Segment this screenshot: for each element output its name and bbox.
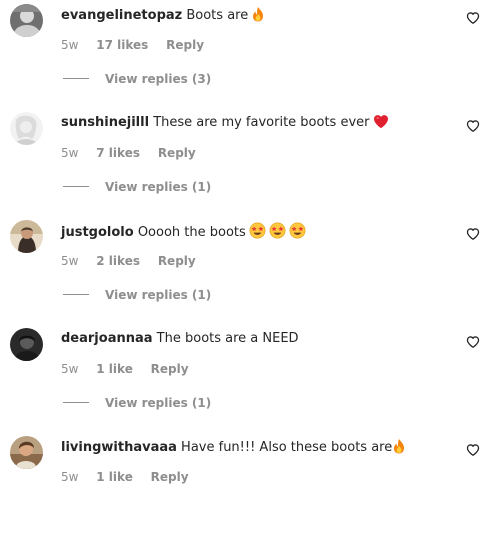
view-replies-label: View replies (1) [105, 288, 212, 302]
divider [63, 186, 89, 187]
comment-time: 5w [61, 38, 79, 52]
comment-line: livingwithavaaa Have fun!!! Also these b… [61, 438, 406, 457]
comment-time: 5w [61, 362, 79, 376]
view-replies-label: View replies (1) [105, 180, 212, 194]
divider [63, 402, 89, 403]
comment-likes[interactable]: 17 likes [96, 38, 148, 52]
comment-text: Have fun!!! Also these boots are [181, 440, 393, 455]
view-replies-button[interactable]: View replies (1) [63, 179, 211, 195]
fire-emoji-icon [392, 438, 406, 454]
comments-list: evangelinetopaz Boots are 5w 17 likes Re… [0, 0, 494, 492]
comment-meta: 5w 1 like Reply [61, 469, 203, 485]
comment-likes[interactable]: 7 likes [96, 146, 140, 160]
comment-item: sunshinejilll These are my favorite boot… [0, 108, 494, 216]
red-heart-emoji-icon [373, 114, 389, 129]
avatar[interactable] [10, 328, 43, 361]
comment-text: Ooooh the boots [137, 225, 246, 240]
comment-text: These are my favorite boots ever [153, 115, 370, 130]
comment-line: justgololo Ooooh the boots [61, 222, 306, 242]
star-struck-emoji-icon [249, 222, 266, 239]
comment-item: livingwithavaaa Have fun!!! Also these b… [0, 432, 494, 540]
comment-line: sunshinejilll These are my favorite boot… [61, 114, 389, 132]
view-replies-label: View replies (1) [105, 396, 212, 410]
comment-username[interactable]: dearjoannaa [61, 331, 153, 346]
comment-meta: 5w 2 likes Reply [61, 253, 210, 269]
divider [63, 294, 89, 295]
view-replies-button[interactable]: View replies (1) [63, 287, 211, 303]
heart-outline-icon[interactable] [466, 227, 480, 241]
fire-emoji-icon [251, 6, 265, 22]
reply-button[interactable]: Reply [158, 254, 196, 268]
avatar[interactable] [10, 112, 43, 145]
reply-button[interactable]: Reply [166, 38, 204, 52]
comment-username[interactable]: evangelinetopaz [61, 8, 182, 23]
comment-meta: 5w 1 like Reply [61, 361, 203, 377]
heart-outline-icon[interactable] [466, 11, 480, 25]
comment-meta: 5w 7 likes Reply [61, 145, 210, 161]
comment-likes[interactable]: 1 like [96, 362, 133, 376]
comment-item: evangelinetopaz Boots are 5w 17 likes Re… [0, 0, 494, 108]
comment-time: 5w [61, 146, 79, 160]
reply-button[interactable]: Reply [151, 470, 189, 484]
comment-text: The boots are a NEED [156, 331, 299, 346]
star-struck-emoji-icon [289, 222, 306, 239]
comment-username[interactable]: justgololo [61, 225, 134, 240]
comment-likes[interactable]: 2 likes [96, 254, 140, 268]
reply-button[interactable]: Reply [158, 146, 196, 160]
heart-outline-icon[interactable] [466, 443, 480, 457]
comment-likes[interactable]: 1 like [96, 470, 133, 484]
avatar[interactable] [10, 4, 43, 37]
comment-line: dearjoannaa The boots are a NEED [61, 330, 299, 348]
heart-outline-icon[interactable] [466, 335, 480, 349]
comment-item: justgololo Ooooh the boots 5w 2 likes Re… [0, 216, 494, 324]
heart-outline-icon[interactable] [466, 119, 480, 133]
comment-time: 5w [61, 254, 79, 268]
view-replies-button[interactable]: View replies (3) [63, 71, 211, 87]
comment-item: dearjoannaa The boots are a NEED 5w 1 li… [0, 324, 494, 432]
comment-username[interactable]: sunshinejilll [61, 115, 149, 130]
comment-text: Boots are [186, 8, 249, 23]
divider [63, 78, 89, 79]
view-replies-button[interactable]: View replies (1) [63, 395, 211, 411]
avatar[interactable] [10, 220, 43, 253]
reply-button[interactable]: Reply [151, 362, 189, 376]
avatar[interactable] [10, 436, 43, 469]
comment-username[interactable]: livingwithavaaa [61, 440, 177, 455]
view-replies-label: View replies (3) [105, 72, 212, 86]
comment-time: 5w [61, 470, 79, 484]
comment-line: evangelinetopaz Boots are [61, 6, 265, 25]
star-struck-emoji-icon [269, 222, 286, 239]
comment-meta: 5w 17 likes Reply [61, 37, 218, 53]
